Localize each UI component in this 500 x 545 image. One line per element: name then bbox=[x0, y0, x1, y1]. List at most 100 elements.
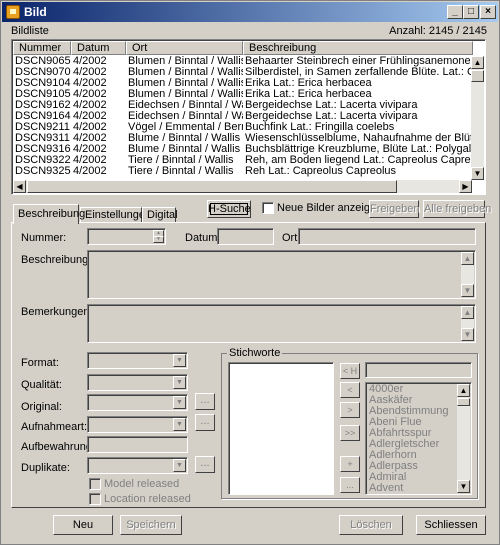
maximize-button[interactable]: □ bbox=[463, 5, 479, 19]
available-keywords-list[interactable]: 4000er Aaskäfer Abendstimmung Abeni Flue Abf… bbox=[365, 382, 472, 495]
h-suche-button[interactable]: H-Suche bbox=[207, 200, 251, 218]
scroll-left-button[interactable]: ◀ bbox=[13, 180, 26, 193]
scroll-up-button[interactable]: ▲ bbox=[461, 306, 474, 319]
table-row[interactable]: DSCN9211 4/2002 Vögel / Emmental / Bern Buc… bbox=[13, 122, 473, 133]
table-row[interactable]: DSCN9316 4/2002 Blume / Binntal / Wallis Bu… bbox=[13, 144, 473, 155]
tab-einstellungen[interactable]: Einstellungen bbox=[80, 207, 151, 223]
chevron-down-icon[interactable]: ▼ bbox=[173, 396, 186, 409]
scroll-down-button[interactable]: ▼ bbox=[457, 480, 470, 493]
scroll-thumb[interactable] bbox=[471, 70, 484, 82]
aufnahmeart-ellipsis-button[interactable]: ... bbox=[195, 414, 215, 431]
scroll-down-button[interactable]: ▼ bbox=[461, 328, 474, 341]
qualitaet-combo[interactable]: ▼ bbox=[87, 374, 188, 391]
table-cell: 4/2002 bbox=[73, 122, 107, 133]
nummer-spin-down[interactable]: ▼ bbox=[153, 236, 164, 243]
scroll-up-button[interactable]: ▲ bbox=[457, 384, 470, 397]
column-header-beschreibung[interactable]: Beschreibung bbox=[243, 41, 473, 55]
beschreibung-scrollbar[interactable]: ▲ ▼ bbox=[461, 252, 474, 297]
bild-window: Bild _ □ × Bildliste Anzahl: 2145 / 2145… bbox=[0, 0, 500, 545]
datum-label: Datum: bbox=[185, 232, 221, 244]
table-row[interactable]: DSCN91644/2002 Eidechsen / Binntal / Wall… bbox=[13, 111, 473, 122]
table-cell: 4/2002 bbox=[73, 133, 107, 144]
table-row[interactable]: DSCN91624/2002 Eidechsen / Binntal / Wall… bbox=[13, 100, 473, 111]
format-combo[interactable]: ▼ bbox=[87, 352, 188, 369]
table-row[interactable]: DSCN9311 4/2002 Blume / Binntal / Wallis Wi… bbox=[13, 133, 473, 144]
bemerkungen-field[interactable]: ▲ ▼ bbox=[87, 304, 476, 343]
chevron-down-icon[interactable]: ▼ bbox=[173, 376, 186, 389]
freigeben-button[interactable]: Freigeben bbox=[369, 200, 420, 218]
chevron-down-icon[interactable]: ▼ bbox=[173, 418, 186, 431]
table-row[interactable]: DSCN9070 4/2002 Blumen / Binntal / Wallis S… bbox=[13, 67, 473, 78]
alle-freigeben-button[interactable]: Alle freigeben bbox=[423, 200, 491, 218]
table-cell: DSCN9065 bbox=[15, 56, 71, 67]
original-ellipsis-button[interactable]: ... bbox=[195, 393, 215, 410]
table-cell: Blumen / Binntal / Wallis bbox=[128, 56, 243, 67]
close-button[interactable]: × bbox=[480, 5, 496, 19]
scroll-down-button[interactable]: ▼ bbox=[471, 167, 484, 180]
duplikate-ellipsis-button[interactable]: ... bbox=[195, 456, 215, 473]
table-cell: Blume / Binntal / Wallis bbox=[128, 144, 241, 155]
table-row[interactable]: DSCN9325 4/2002 Tiere / Binntal / Wallis Re… bbox=[13, 166, 473, 177]
table-cell: DSCN9104 bbox=[15, 78, 71, 89]
keywords-scrollbar[interactable]: ▲ ▼ bbox=[457, 384, 470, 493]
table-cell: DSCN9211 bbox=[15, 122, 70, 133]
duplikate-combo[interactable]: ▼ bbox=[87, 457, 188, 474]
bildliste-label: Bildliste bbox=[11, 25, 49, 37]
hscroll-thumb[interactable] bbox=[27, 180, 397, 193]
table-cell: Tiere / Binntal / Wallis bbox=[128, 155, 234, 166]
aufbewahrung-field[interactable] bbox=[87, 436, 188, 453]
bemerkungen-label: Bemerkungen: bbox=[21, 306, 93, 318]
chevron-down-icon[interactable]: ▼ bbox=[173, 459, 186, 472]
neue-bilder-checkbox[interactable] bbox=[262, 202, 274, 214]
table-row[interactable]: DSCN9104 4/2002 Blumen / Binntal / Wallis E… bbox=[13, 78, 473, 89]
tab-digital[interactable]: Digital bbox=[142, 207, 178, 223]
list-header: Nummer Datum Ort Beschreibung bbox=[13, 41, 473, 55]
format-label: Format: bbox=[21, 357, 59, 369]
beschreibung-field[interactable]: ▲ ▼ bbox=[87, 250, 476, 299]
schliessen-button[interactable]: Schliessen bbox=[416, 515, 486, 535]
chevron-down-icon[interactable]: ▼ bbox=[173, 354, 186, 367]
keyword-item[interactable]: Advent bbox=[367, 483, 458, 494]
assigned-keywords-list[interactable] bbox=[228, 362, 334, 495]
table-cell: DSCN9164 bbox=[15, 111, 71, 122]
column-header-datum[interactable]: Datum bbox=[71, 41, 126, 55]
image-list[interactable]: Nummer Datum Ort Beschreibung DSCN9065 4/… bbox=[11, 39, 486, 195]
bemerkungen-scrollbar[interactable]: ▲ ▼ bbox=[461, 306, 474, 341]
add-keyword-button[interactable]: > bbox=[340, 402, 360, 418]
loeschen-button[interactable]: Löschen bbox=[339, 515, 403, 535]
location-released-checkbox[interactable] bbox=[89, 493, 101, 505]
list-rows: DSCN9065 4/2002 Blumen / Binntal / Wallis B… bbox=[13, 56, 473, 180]
list-horizontal-scrollbar[interactable]: ◀ ▶ bbox=[13, 180, 472, 193]
title-bar[interactable]: Bild _ □ × bbox=[2, 2, 498, 22]
scroll-up-button[interactable]: ▲ bbox=[471, 56, 484, 69]
table-cell: Blumen / Binntal / Wallis bbox=[128, 78, 243, 89]
datum-field[interactable] bbox=[217, 228, 274, 245]
speichern-button[interactable]: Speichern bbox=[120, 515, 182, 535]
column-header-ort[interactable]: Ort bbox=[126, 41, 243, 55]
original-combo[interactable]: ▼ bbox=[87, 394, 188, 411]
model-released-checkbox[interactable] bbox=[89, 478, 101, 490]
scroll-down-button[interactable]: ▼ bbox=[461, 284, 474, 297]
add-all-keywords-button[interactable]: >> bbox=[340, 425, 360, 441]
remove-keyword-button[interactable]: < bbox=[340, 382, 360, 398]
h-keyword-button[interactable]: < H bbox=[340, 363, 360, 379]
column-header-nummer[interactable]: Nummer bbox=[13, 41, 71, 55]
ort-field[interactable] bbox=[298, 228, 476, 245]
neu-button[interactable]: Neu bbox=[53, 515, 113, 535]
table-row[interactable]: DSCN9105 4/2002 Blumen / Binntal / Wallis E… bbox=[13, 89, 473, 100]
scroll-right-button[interactable]: ▶ bbox=[459, 180, 472, 193]
minimize-button[interactable]: _ bbox=[447, 5, 463, 19]
nummer-field[interactable]: ▲ ▼ bbox=[87, 228, 166, 245]
keyword-ellipsis-button[interactable]: ... bbox=[340, 477, 360, 493]
aufnahmeart-combo[interactable]: ▼ bbox=[87, 416, 188, 433]
tab-beschreibung[interactable]: Beschreibung bbox=[13, 204, 85, 224]
scroll-up-button[interactable]: ▲ bbox=[461, 252, 474, 265]
list-vertical-scrollbar[interactable]: ▲ ▼ bbox=[471, 56, 484, 180]
table-cell: DSCN9311 bbox=[15, 133, 70, 144]
table-row[interactable]: DSCN9065 4/2002 Blumen / Binntal / Wallis B… bbox=[13, 56, 473, 67]
table-row[interactable]: DSCN9322 4/2002 Tiere / Binntal / Wallis Re… bbox=[13, 155, 473, 166]
keyword-search-field[interactable] bbox=[365, 362, 472, 378]
duplikate-label: Duplikate: bbox=[21, 462, 70, 474]
new-keyword-button[interactable]: + bbox=[340, 456, 360, 472]
scroll-thumb[interactable] bbox=[457, 398, 470, 406]
